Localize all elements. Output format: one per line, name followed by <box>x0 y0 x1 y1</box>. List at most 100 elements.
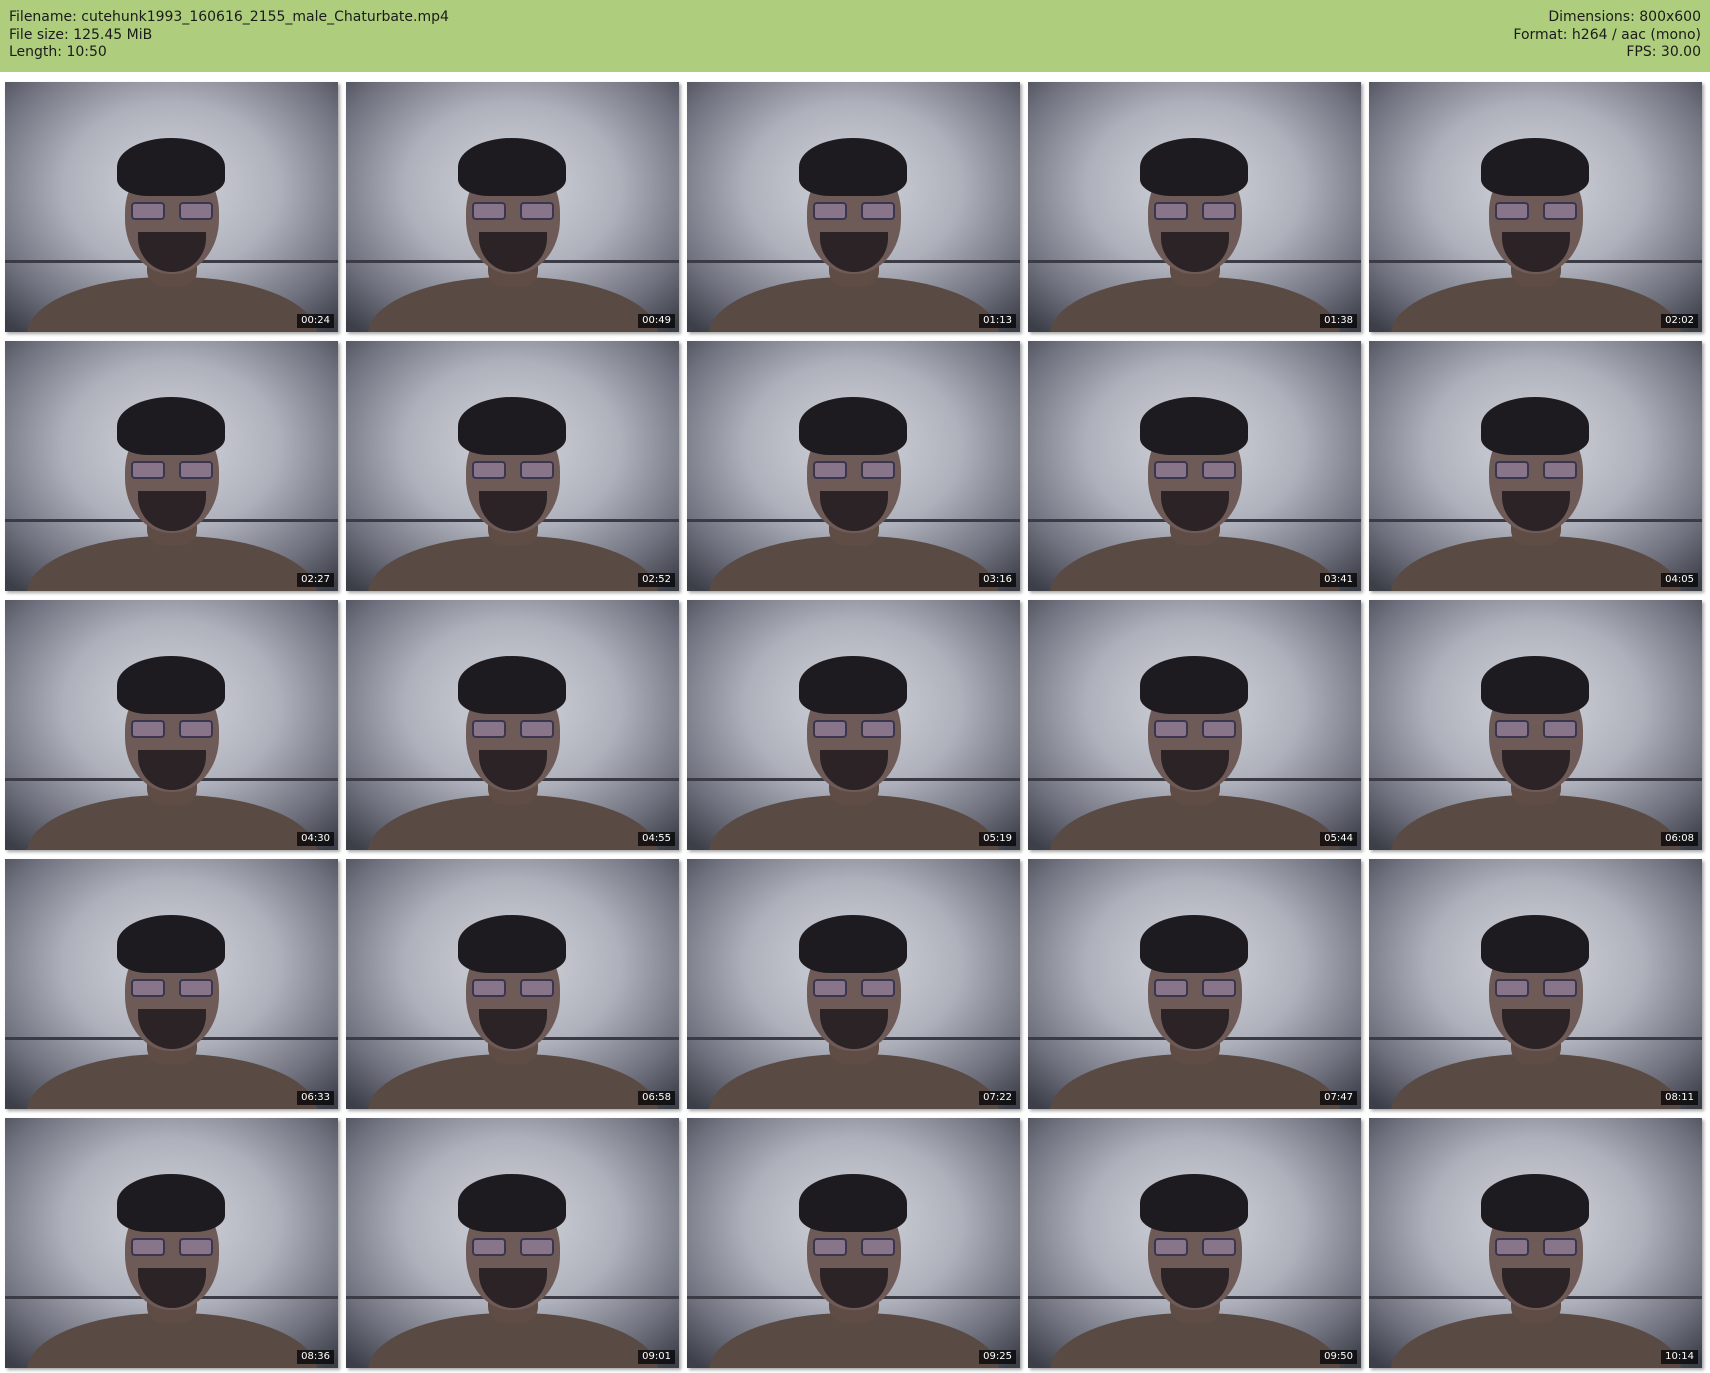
glasses-lens-left <box>813 202 847 220</box>
person-hair <box>1140 138 1248 196</box>
frame-timestamp: 09:50 <box>1320 1350 1357 1364</box>
frame-thumbnail[interactable]: 10:14 <box>1369 1118 1702 1368</box>
person-hair <box>799 915 907 973</box>
glasses-lens-left <box>813 461 847 479</box>
fps-label: FPS: 30.00 <box>1626 44 1701 60</box>
metadata-left: Filename: cutehunk1993_160616_2155_male_… <box>9 9 449 62</box>
frame-thumbnail[interactable]: 08:11 <box>1369 859 1702 1109</box>
glasses-lens-left <box>813 1238 847 1256</box>
glasses-lens-left <box>472 461 506 479</box>
glasses-lens-right <box>861 202 895 220</box>
person-hair <box>1481 138 1589 196</box>
person-hair <box>117 915 225 973</box>
glasses-icon <box>472 979 554 999</box>
glasses-lens-right <box>1543 979 1577 997</box>
glasses-icon <box>813 979 895 999</box>
glasses-icon <box>131 1238 213 1258</box>
frame-timestamp: 08:11 <box>1661 1091 1698 1105</box>
glasses-lens-right <box>179 1238 213 1256</box>
glasses-lens-left <box>131 461 165 479</box>
frame-timestamp: 01:13 <box>979 314 1016 328</box>
frame-timestamp: 03:41 <box>1320 573 1357 587</box>
frame-thumbnail[interactable]: 04:05 <box>1369 341 1702 591</box>
frame-thumbnail[interactable]: 06:08 <box>1369 600 1702 850</box>
glasses-lens-right <box>179 461 213 479</box>
glasses-icon <box>1495 461 1577 481</box>
frame-timestamp: 03:16 <box>979 573 1016 587</box>
frame-thumbnail[interactable]: 02:02 <box>1369 82 1702 332</box>
frame-thumbnail[interactable]: 09:01 <box>346 1118 679 1368</box>
glasses-lens-right <box>520 720 554 738</box>
glasses-icon <box>472 202 554 222</box>
frame-thumbnail[interactable]: 09:50 <box>1028 1118 1361 1368</box>
frame-thumbnail[interactable]: 02:52 <box>346 341 679 591</box>
glasses-icon <box>1154 1238 1236 1258</box>
frame-thumbnail[interactable]: 03:41 <box>1028 341 1361 591</box>
glasses-lens-left <box>813 979 847 997</box>
length-label: Length: 10:50 <box>9 44 107 60</box>
frame-thumbnail[interactable]: 08:36 <box>5 1118 338 1368</box>
frame-thumbnail[interactable]: 04:55 <box>346 600 679 850</box>
frame-thumbnail[interactable]: 00:24 <box>5 82 338 332</box>
person-hair <box>458 397 566 455</box>
glasses-icon <box>131 720 213 740</box>
glasses-lens-left <box>472 979 506 997</box>
glasses-lens-right <box>1202 1238 1236 1256</box>
frame-thumbnail[interactable]: 00:49 <box>346 82 679 332</box>
frame-timestamp: 07:47 <box>1320 1091 1357 1105</box>
frame-thumbnail[interactable]: 07:47 <box>1028 859 1361 1109</box>
frame-thumbnail[interactable]: 05:44 <box>1028 600 1361 850</box>
glasses-lens-left <box>131 202 165 220</box>
glasses-lens-right <box>861 979 895 997</box>
glasses-icon <box>813 1238 895 1258</box>
glasses-lens-right <box>1543 1238 1577 1256</box>
glasses-icon <box>813 720 895 740</box>
frame-thumbnail[interactable]: 02:27 <box>5 341 338 591</box>
glasses-lens-right <box>520 979 554 997</box>
frame-thumbnail[interactable]: 09:25 <box>687 1118 1020 1368</box>
glasses-lens-right <box>861 720 895 738</box>
filesize-label: File size: 125.45 MiB <box>9 26 153 43</box>
glasses-lens-right <box>861 461 895 479</box>
glasses-icon <box>1154 979 1236 999</box>
glasses-lens-left <box>1495 1238 1529 1256</box>
glasses-icon <box>813 461 895 481</box>
frame-timestamp: 02:27 <box>297 573 334 587</box>
frame-timestamp: 00:24 <box>297 314 334 328</box>
frame-thumbnail[interactable]: 06:33 <box>5 859 338 1109</box>
frame-thumbnail[interactable]: 06:58 <box>346 859 679 1109</box>
glasses-icon <box>472 461 554 481</box>
dimensions-label: Dimensions: 800x600 <box>1548 9 1701 25</box>
frame-timestamp: 06:08 <box>1661 832 1698 846</box>
glasses-lens-left <box>1495 720 1529 738</box>
person-hair <box>799 1174 907 1232</box>
person-hair <box>458 656 566 714</box>
format-label: Format: h264 / aac (mono) <box>1513 26 1701 43</box>
frame-thumbnail[interactable]: 01:38 <box>1028 82 1361 332</box>
person-hair <box>799 397 907 455</box>
glasses-lens-left <box>1495 202 1529 220</box>
person-hair <box>117 138 225 196</box>
glasses-lens-right <box>861 1238 895 1256</box>
frame-timestamp: 09:01 <box>638 1350 675 1364</box>
glasses-lens-left <box>131 979 165 997</box>
glasses-lens-left <box>1154 461 1188 479</box>
glasses-lens-right <box>1202 461 1236 479</box>
person-hair <box>458 138 566 196</box>
frame-thumbnail[interactable]: 07:22 <box>687 859 1020 1109</box>
glasses-icon <box>131 461 213 481</box>
frame-thumbnail[interactable]: 01:13 <box>687 82 1020 332</box>
glasses-lens-right <box>1543 720 1577 738</box>
frame-thumbnail[interactable]: 05:19 <box>687 600 1020 850</box>
frame-timestamp: 06:58 <box>638 1091 675 1105</box>
frame-thumbnail[interactable]: 03:16 <box>687 341 1020 591</box>
glasses-lens-right <box>520 461 554 479</box>
person-hair <box>1140 915 1248 973</box>
person-hair <box>1481 915 1589 973</box>
glasses-lens-right <box>520 202 554 220</box>
thumbnail-grid: 00:24 00:49 01:13 01:38 02:02 02:27 02:52 03:16… <box>5 82 1705 1369</box>
glasses-lens-left <box>1154 1238 1188 1256</box>
person-hair <box>117 656 225 714</box>
glasses-lens-right <box>1543 461 1577 479</box>
frame-thumbnail[interactable]: 04:30 <box>5 600 338 850</box>
